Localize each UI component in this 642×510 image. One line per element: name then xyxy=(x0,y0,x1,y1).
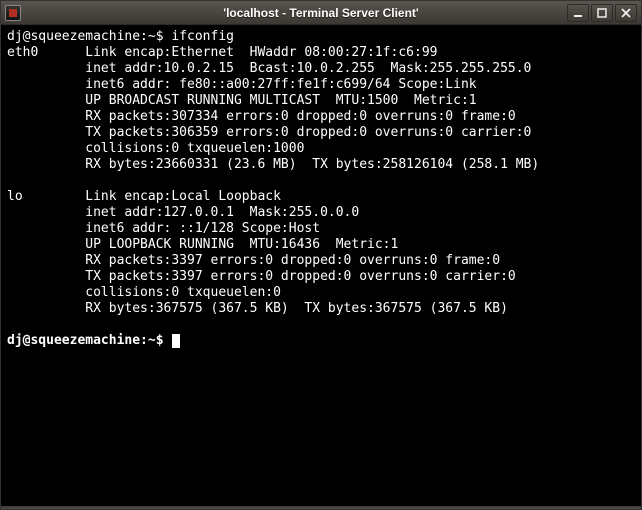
maximize-icon xyxy=(597,8,607,18)
terminal-window: 'localhost - Terminal Server Client' dj@… xyxy=(0,0,642,510)
window-bottom-edge xyxy=(1,506,641,509)
minimize-icon xyxy=(573,8,583,18)
close-button[interactable] xyxy=(615,4,637,22)
maximize-button[interactable] xyxy=(591,4,613,22)
close-icon xyxy=(621,8,631,18)
app-icon xyxy=(5,5,21,21)
shell-prompt: dj@squeezemachine:~$ xyxy=(7,333,171,348)
text-cursor xyxy=(172,334,180,348)
window-controls xyxy=(567,4,637,22)
terminal-text: dj@squeezemachine:~$ ifconfig eth0 Link … xyxy=(7,29,539,316)
minimize-button[interactable] xyxy=(567,4,589,22)
window-title: 'localhost - Terminal Server Client' xyxy=(1,6,641,20)
titlebar[interactable]: 'localhost - Terminal Server Client' xyxy=(1,1,641,25)
terminal-output[interactable]: dj@squeezemachine:~$ ifconfig eth0 Link … xyxy=(1,25,641,506)
